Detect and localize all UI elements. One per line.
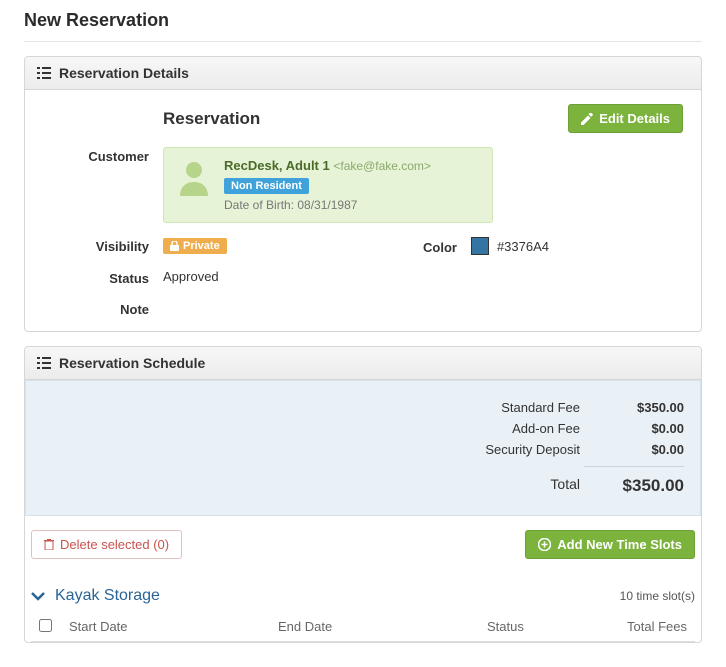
reservation-schedule-panel: Reservation Schedule Standard Fee$350.00… bbox=[24, 346, 702, 643]
standard-fee-value: $350.00 bbox=[604, 400, 684, 415]
addon-fee-label: Add-on Fee bbox=[424, 421, 604, 436]
list-icon bbox=[37, 67, 51, 79]
list-icon bbox=[37, 357, 51, 369]
note-label: Note bbox=[43, 300, 163, 317]
status-value: Approved bbox=[163, 269, 683, 284]
panel-title-schedule: Reservation Schedule bbox=[59, 355, 205, 371]
divider bbox=[24, 41, 702, 42]
plus-circle-icon bbox=[538, 538, 551, 551]
customer-email: <fake@fake.com> bbox=[333, 159, 431, 173]
panel-header-details: Reservation Details bbox=[25, 57, 701, 90]
reservation-section-title: Reservation bbox=[163, 109, 260, 129]
customer-name: RecDesk, Adult 1 bbox=[224, 158, 330, 173]
group-header[interactable]: Kayak Storage 10 time slot(s) bbox=[31, 583, 695, 613]
total-label: Total bbox=[424, 476, 604, 496]
customer-card: RecDesk, Adult 1 <fake@fake.com> Non Res… bbox=[163, 147, 493, 223]
standard-fee-label: Standard Fee bbox=[424, 400, 604, 415]
trash-icon bbox=[44, 539, 54, 550]
edit-details-button[interactable]: Edit Details bbox=[568, 104, 683, 133]
color-hex: #3376A4 bbox=[497, 239, 549, 254]
add-time-slots-label: Add New Time Slots bbox=[557, 537, 682, 552]
lock-icon bbox=[170, 241, 179, 251]
edit-details-label: Edit Details bbox=[599, 111, 670, 126]
delete-selected-button[interactable]: Delete selected (0) bbox=[31, 530, 182, 559]
visibility-badge-text: Private bbox=[183, 240, 220, 252]
dob-value: 08/31/1987 bbox=[297, 198, 357, 212]
panel-title-details: Reservation Details bbox=[59, 65, 189, 81]
col-total-fees: Total Fees bbox=[587, 619, 687, 635]
addon-fee-value: $0.00 bbox=[604, 421, 684, 436]
deposit-value: $0.00 bbox=[604, 442, 684, 457]
avatar-icon bbox=[178, 160, 210, 196]
group-title: Kayak Storage bbox=[55, 587, 160, 605]
fees-summary: Standard Fee$350.00 Add-on Fee$0.00 Secu… bbox=[25, 380, 701, 516]
deposit-label: Security Deposit bbox=[424, 442, 604, 457]
color-swatch bbox=[471, 237, 489, 255]
panel-header-schedule: Reservation Schedule bbox=[25, 347, 701, 380]
customer-label: Customer bbox=[43, 147, 163, 164]
visibility-label: Visibility bbox=[43, 237, 163, 255]
chevron-down-icon bbox=[31, 591, 45, 601]
delete-selected-label: Delete selected (0) bbox=[60, 537, 169, 552]
col-start-date: Start Date bbox=[69, 619, 278, 635]
table-header: Start Date End Date Status Total Fees bbox=[31, 613, 695, 642]
total-value: $350.00 bbox=[604, 476, 684, 496]
status-label: Status bbox=[43, 269, 163, 286]
color-label: Color bbox=[363, 238, 471, 255]
page-title: New Reservation bbox=[24, 10, 702, 31]
reservation-details-panel: Reservation Details Reservation Edit Det… bbox=[24, 56, 702, 332]
col-end-date: End Date bbox=[278, 619, 487, 635]
select-all-checkbox[interactable] bbox=[39, 619, 52, 632]
residency-badge: Non Resident bbox=[224, 178, 309, 194]
visibility-badge: Private bbox=[163, 238, 227, 254]
slots-count: 10 time slot(s) bbox=[620, 589, 695, 603]
pencil-icon bbox=[581, 113, 593, 125]
col-status: Status bbox=[487, 619, 587, 635]
dob-label: Date of Birth: bbox=[224, 198, 297, 212]
add-time-slots-button[interactable]: Add New Time Slots bbox=[525, 530, 695, 559]
